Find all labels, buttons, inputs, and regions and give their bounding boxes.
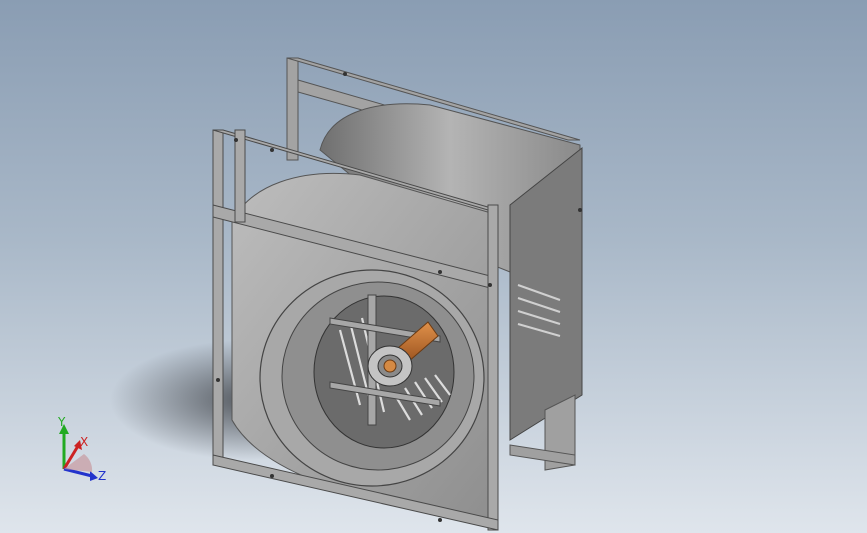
- x-axis-label: X: [80, 435, 88, 449]
- z-axis-label: Z: [98, 469, 106, 483]
- cad-viewport[interactable]: Y X Z: [0, 0, 867, 533]
- y-axis-label: Y: [57, 415, 66, 429]
- z-axis-arrow: [90, 471, 98, 481]
- fan-model[interactable]: [0, 0, 867, 533]
- bearing-hub[interactable]: [367, 345, 413, 387]
- axis-triad[interactable]: Y X Z: [44, 414, 114, 494]
